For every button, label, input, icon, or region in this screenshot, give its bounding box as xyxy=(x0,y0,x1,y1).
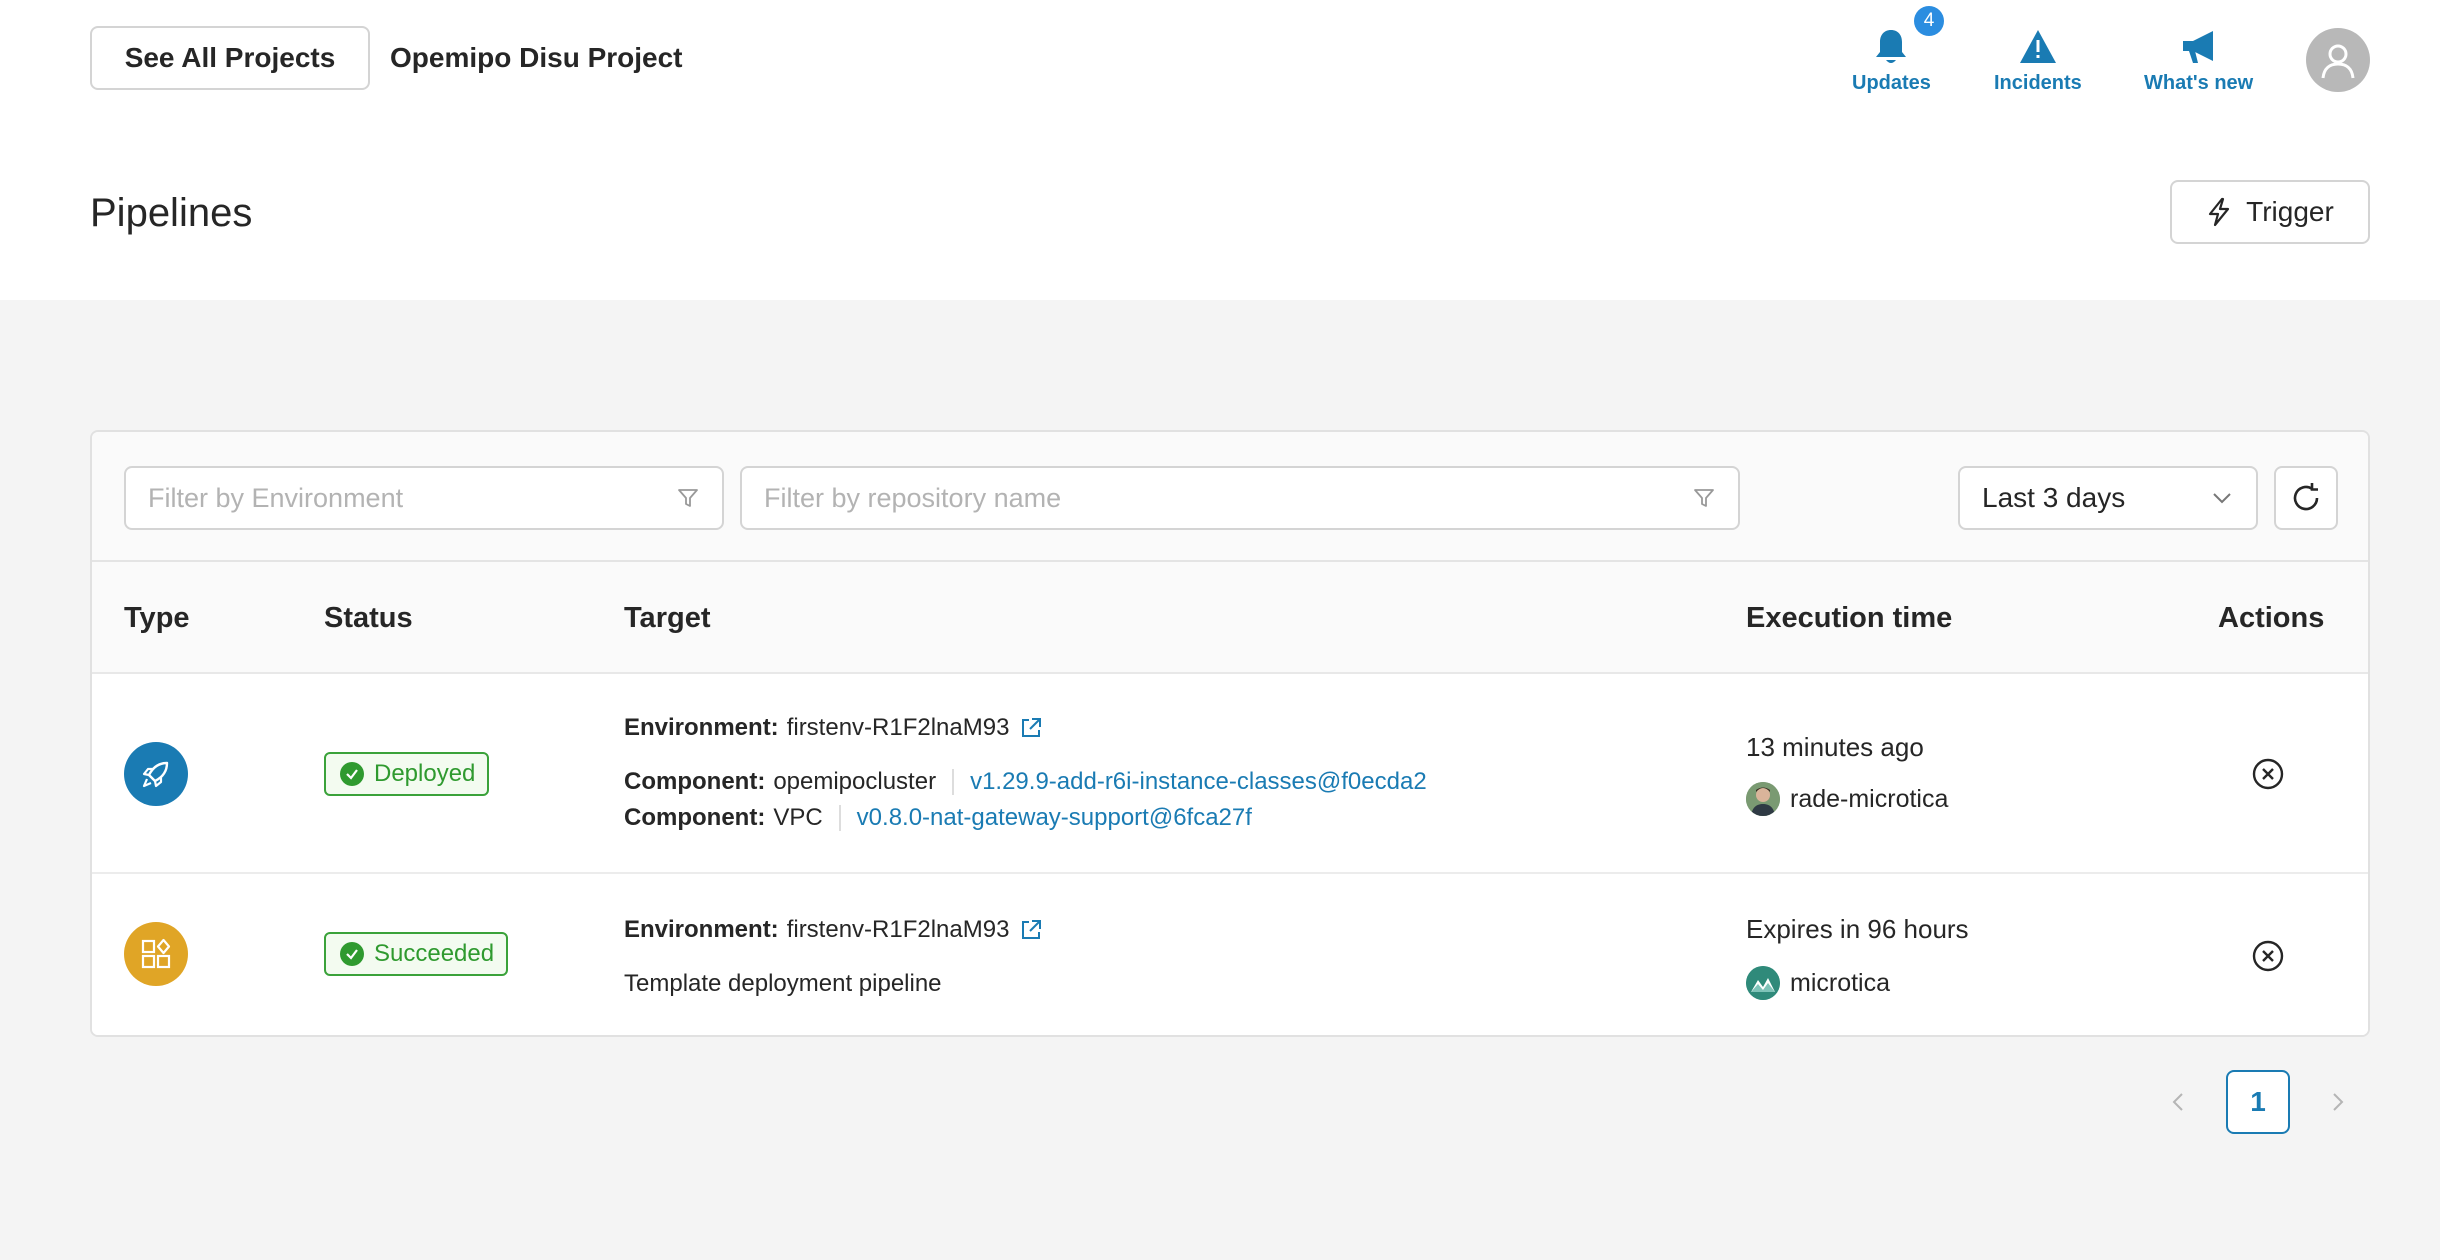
user-avatar-small xyxy=(1746,782,1780,816)
status-label: Deployed xyxy=(374,760,476,787)
bell-icon xyxy=(1876,30,1907,63)
component-name: opemipocluster xyxy=(773,768,937,795)
trigger-button[interactable]: Trigger xyxy=(2170,180,2370,244)
funnel-icon xyxy=(678,489,698,507)
trigger-label: Trigger xyxy=(2246,196,2334,227)
environment-label: Environment: xyxy=(624,916,779,943)
column-header-execution-time: Execution time xyxy=(1746,602,1953,634)
megaphone-icon xyxy=(2182,31,2213,63)
close-circle-icon xyxy=(2252,940,2284,972)
column-header-target: Target xyxy=(624,602,711,634)
component-version-link[interactable]: v0.8.0-nat-gateway-support@6fca27f xyxy=(857,804,1252,832)
cancel-pipeline-button[interactable] xyxy=(2250,756,2286,792)
period-select[interactable]: Last 3 days xyxy=(1958,466,2258,530)
filter-bar: Filter by Environment Filter by reposito… xyxy=(92,432,2368,562)
project-name: Opemipo Disu Project xyxy=(390,42,683,73)
updates-count-badge: 4 xyxy=(1914,6,1944,36)
check-circle-icon xyxy=(340,762,364,786)
execution-time: 13 minutes ago xyxy=(1746,732,1924,762)
pipelines-card: Filter by Environment Filter by reposito… xyxy=(90,430,2370,1037)
component-name: VPC xyxy=(773,804,823,831)
warning-icon xyxy=(2019,30,2056,63)
external-link-icon[interactable] xyxy=(1019,716,1043,740)
updates-label: Updates xyxy=(1852,72,1931,94)
component-label: Component: xyxy=(624,768,766,795)
next-page-button[interactable] xyxy=(2318,1070,2358,1134)
refresh-button[interactable] xyxy=(2274,466,2338,530)
chevron-right-icon xyxy=(2333,1093,2344,1111)
see-all-projects-button[interactable]: See All Projects xyxy=(90,26,370,90)
column-header-type: Type xyxy=(124,602,190,634)
whats-new-label: What's new xyxy=(2144,72,2254,94)
table-header: Type Status Target Execution time Action… xyxy=(92,562,2368,674)
column-header-status: Status xyxy=(324,602,413,634)
environment-filter-input[interactable]: Filter by Environment xyxy=(124,466,724,530)
external-link-icon[interactable] xyxy=(1019,918,1043,942)
user-name: microtica xyxy=(1790,968,1891,997)
cancel-pipeline-button[interactable] xyxy=(2250,938,2286,974)
incidents-button[interactable]: Incidents xyxy=(1994,28,2082,95)
environment-name: firstenv-R1F2lnaM93 xyxy=(786,916,1010,943)
component-version-link[interactable]: v1.29.9-add-r6i-instance-classes@f0ecda2 xyxy=(970,768,1427,796)
divider xyxy=(952,769,955,795)
environment-line: Environment: firstenv-R1F2lnaM93 xyxy=(624,916,1043,944)
environment-line: Environment: firstenv-R1F2lnaM93 xyxy=(624,714,1043,742)
page-number-button[interactable]: 1 xyxy=(2226,1070,2290,1134)
environment-label: Environment: xyxy=(624,714,779,741)
pipeline-description: Template deployment pipeline xyxy=(624,970,942,997)
component-line: Component: VPC v0.8.0-nat-gateway-suppor… xyxy=(624,804,1252,832)
repository-filter-placeholder: Filter by repository name xyxy=(764,482,1062,513)
funnel-icon xyxy=(1694,489,1714,507)
user-name: rade-microtica xyxy=(1790,784,1949,813)
triggered-by-user: microtica xyxy=(1746,966,1890,1000)
whats-new-button[interactable]: What's new xyxy=(2144,28,2253,95)
triggered-by-user: rade-microtica xyxy=(1746,782,1948,816)
divider xyxy=(838,805,841,831)
column-header-actions: Actions xyxy=(2218,602,2325,634)
table-row[interactable]: Succeeded Environment: firstenv-R1F2lnaM… xyxy=(92,874,2368,1035)
updates-button[interactable]: Updates xyxy=(1852,28,1931,95)
user-avatar[interactable] xyxy=(2306,28,2370,92)
check-circle-icon xyxy=(340,942,364,966)
user-icon xyxy=(2321,44,2355,79)
status-badge: Deployed xyxy=(324,752,490,796)
previous-page-button[interactable] xyxy=(2158,1070,2198,1134)
repository-filter-input[interactable]: Filter by repository name xyxy=(740,466,1740,530)
table-row[interactable]: Deployed Environment: firstenv-R1F2lnaM9… xyxy=(92,674,2368,874)
environment-filter-placeholder: Filter by Environment xyxy=(148,482,404,513)
execution-time: Expires in 96 hours xyxy=(1746,914,1969,944)
close-circle-icon xyxy=(2252,758,2284,790)
period-select-value: Last 3 days xyxy=(1982,482,2126,513)
page-title: Pipelines xyxy=(90,191,253,235)
chevron-down-icon xyxy=(2213,493,2231,504)
microtica-logo-icon xyxy=(1746,966,1780,1000)
rocket-icon xyxy=(124,742,188,806)
refresh-icon xyxy=(2293,483,2319,511)
status-label: Succeeded xyxy=(374,940,495,967)
lightning-icon xyxy=(2209,197,2230,227)
component-label: Component: xyxy=(624,804,766,831)
status-badge: Succeeded xyxy=(324,932,509,976)
environment-name: firstenv-R1F2lnaM93 xyxy=(786,714,1010,741)
component-line: Component: opemipocluster v1.29.9-add-r6… xyxy=(624,768,1427,796)
incidents-label: Incidents xyxy=(1994,72,2082,94)
chevron-left-icon xyxy=(2172,1093,2183,1111)
template-icon xyxy=(124,922,188,986)
